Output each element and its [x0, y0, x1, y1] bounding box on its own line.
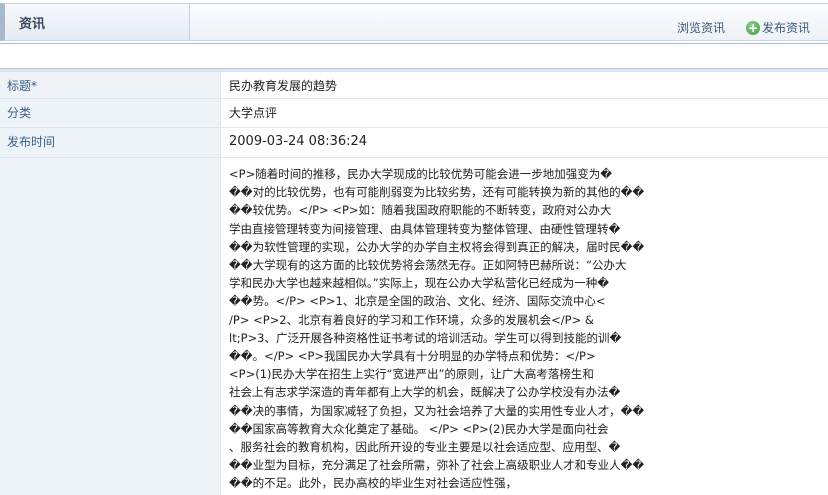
- content-line: <P>随着时间的推移，民办大学现成的比较优势可能会进一步地加强变为�: [229, 167, 612, 181]
- content-line: lt;P>3、广泛开展各种资格性证书考试的培训活动。学生可以得到技能的训�: [229, 330, 622, 345]
- content-line: ��势。</P> <P>1、北京是全国的政治、文化、经济、国际交流中心<: [229, 294, 606, 309]
- title-row: 标题* 民办教育发展的趋势: [0, 72, 828, 99]
- date-value: 2009-03-24 08:36:24: [229, 134, 368, 149]
- plus-circle-icon[interactable]: +: [746, 21, 760, 35]
- content-line: ��较优势。</P> <P>如：随着我国政府职能的不断转变，政府对公办大: [229, 203, 612, 218]
- category-label: 分类: [0, 99, 221, 127]
- title-value: 民办教育发展的趋势: [229, 79, 338, 93]
- content-row: <P>随着时间的推移，民办大学现成的比较优势可能会进一步地加强变为� ��对的比较…: [0, 158, 828, 495]
- publish-news-link[interactable]: 发布资讯: [762, 19, 810, 36]
- content-line: ��决的事情，为国家减轻了负担，又为社会培养了大量的实用性专业人才，��: [229, 403, 645, 418]
- browse-news-link[interactable]: 浏览资讯: [677, 19, 725, 36]
- content-line: ��业型为目标，充分满足了社会所需，弥补了社会上高级职业人才和专业人��: [229, 458, 645, 473]
- content-line: ��对的比较优势，也有可能削弱变为比较劣势，还有可能转换为新的其他的��: [229, 185, 645, 200]
- header-title-tab: 资讯: [0, 3, 190, 41]
- content-line: <P>(1)民办大学在招生上实行“宽进严出”的原则，让广大高考落榜生和: [229, 367, 594, 382]
- date-row: 发布时间 2009-03-24 08:36:24: [0, 128, 828, 158]
- content-line: ��国家高等教育大众化奠定了基础。 </P> <P>(2)民办大学是面向社会: [229, 421, 609, 436]
- content-line: ��的不足。此外，民办高校的毕业生对社会适应性强，: [229, 476, 518, 491]
- page-header: 资讯 浏览资讯 + 发布资讯: [0, 0, 828, 44]
- content-line: /P> <P>2、北京有着良好的学习和工作环境，众多的发展机会</P> &: [229, 312, 594, 327]
- title-label: 标题*: [0, 72, 221, 98]
- page-title: 资讯: [19, 17, 46, 32]
- content-line: ��大学现有的这方面的比较优势将会荡然无存。正如阿特巴赫所说：“公办大: [229, 258, 627, 273]
- content-line: 学由直接管理转变为间接管理、由具体管理转变为整体管理、由硬性管理转�: [229, 221, 621, 236]
- content-line: ��。</P> <P>我国民办大学具有十分明显的办学特点和优势：</P>: [229, 349, 596, 364]
- content-line: 学和民办大学也越来越相似。”实际上，现在公办大学私营化已经成为一种�: [229, 276, 609, 291]
- header-toolbar: [190, 3, 828, 41]
- content-line: ��为软性管理的实现，公办大学的办学自主权将会得到真正的解决，届时民��: [229, 239, 645, 254]
- content-line: 、服务社会的教育机构，因此所开设的专业主要是以社会适应型、应用型、�: [229, 440, 621, 455]
- category-row: 分类 大学点评: [0, 99, 828, 128]
- content-body: <P>随着时间的推移，民办大学现成的比较优势可能会进一步地加强变为� ��对的比较…: [229, 165, 665, 495]
- category-value: 大学点评: [229, 106, 278, 120]
- date-label: 发布时间: [0, 128, 221, 157]
- content-label: [0, 158, 221, 495]
- content-line: 社会上有志求学深造的青年都有上大学的机会，既解决了公办学校没有办法�: [229, 385, 621, 400]
